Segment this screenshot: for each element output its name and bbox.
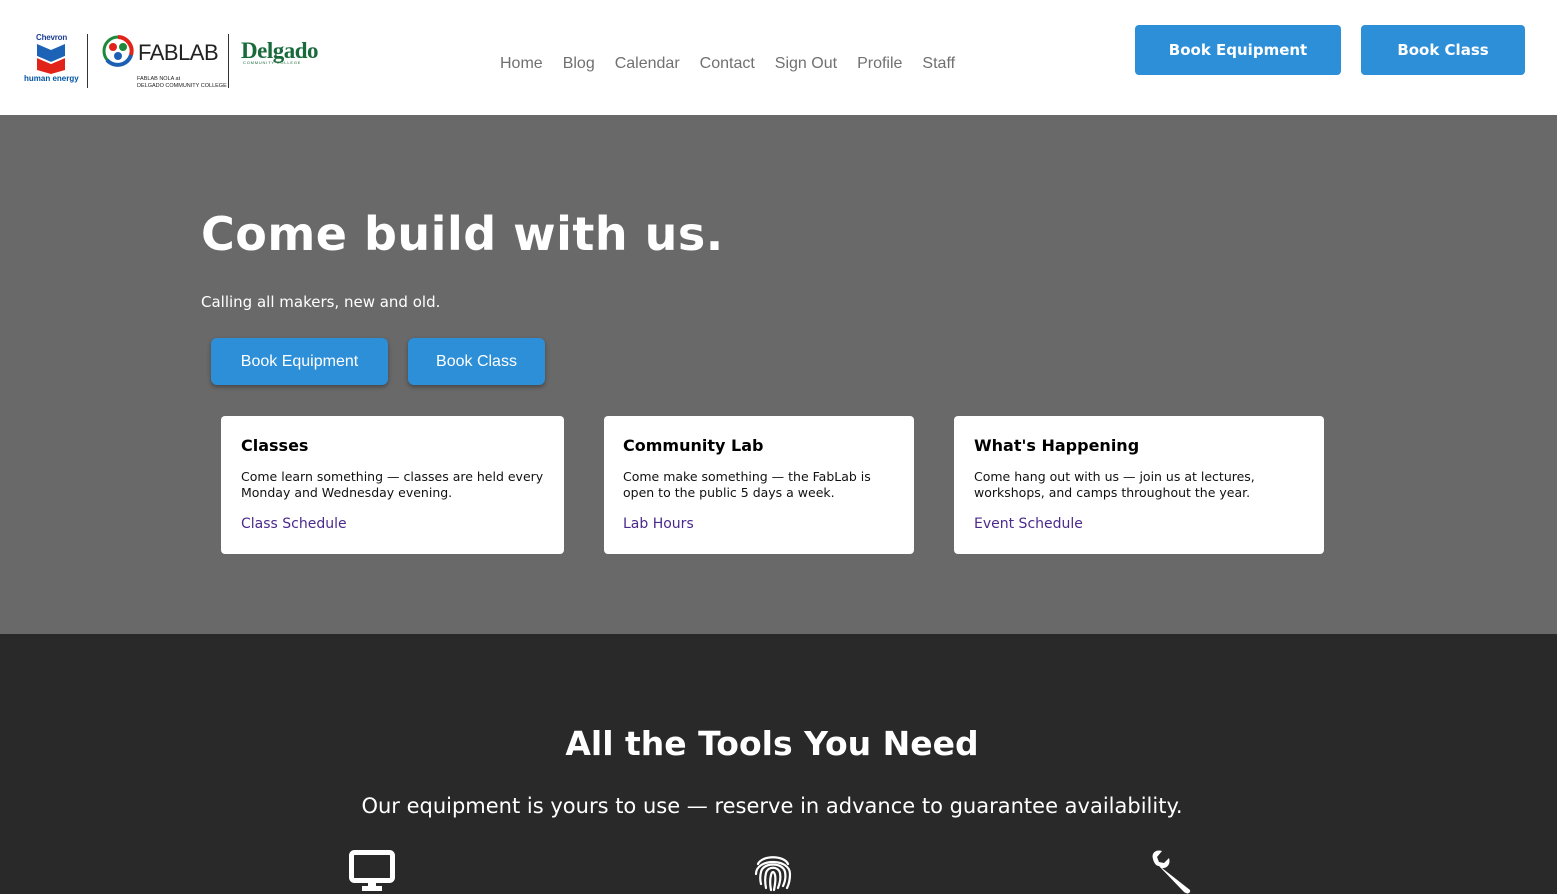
- header-book-equipment-button[interactable]: Book Equipment: [1135, 25, 1341, 75]
- fablab-subtitle: FABLAB NOLA at DELGADO COMMUNITY COLLEGE: [137, 76, 227, 90]
- nav-profile[interactable]: Profile: [857, 55, 902, 73]
- hero-book-equipment-button[interactable]: Book Equipment: [211, 338, 388, 385]
- whats-happening-card: What's Happening Come hang out with us —…: [954, 416, 1324, 554]
- tools-subtitle: Our equipment is yours to use — reserve …: [361, 794, 1183, 818]
- chevron-tagline: human energy: [24, 74, 79, 83]
- card-text: Come hang out with us — join us at lectu…: [974, 469, 1255, 500]
- card-title: Classes: [241, 436, 309, 455]
- wrench-icon: [1152, 850, 1191, 894]
- fingerprint-icon: [754, 856, 792, 892]
- card-title: What's Happening: [974, 436, 1140, 455]
- delgado-subtitle: COMMUNITY COLLEGE: [243, 60, 302, 65]
- event-schedule-link[interactable]: Event Schedule: [974, 516, 1304, 532]
- main-nav: Home Blog Calendar Contact Sign Out Prof…: [500, 55, 955, 73]
- nav-blog[interactable]: Blog: [563, 55, 595, 73]
- delgado-logo[interactable]: Delgado COMMUNITY COLLEGE: [241, 38, 319, 65]
- fablab-emblem-icon: [102, 35, 134, 67]
- hero-subtitle: Calling all makers, new and old.: [201, 293, 441, 311]
- site-header: Chevron human energy FABLAB FABLAB NOLA …: [0, 0, 1557, 115]
- hero-title: Come build with us.: [201, 207, 724, 261]
- monitor-icon: [349, 850, 395, 891]
- header-book-class-button[interactable]: Book Class: [1361, 25, 1525, 75]
- chevron-logo[interactable]: Chevron human energy: [24, 33, 84, 85]
- nav-staff[interactable]: Staff: [922, 55, 955, 73]
- logo-divider: [228, 34, 229, 88]
- nav-home[interactable]: Home: [500, 55, 543, 73]
- fablab-subtitle-line2: DELGADO COMMUNITY COLLEGE: [137, 83, 227, 89]
- card-text: Come make something — the FabLab is open…: [623, 469, 871, 500]
- community-lab-card: Community Lab Come make something — the …: [604, 416, 914, 554]
- tools-title: All the Tools You Need: [565, 724, 979, 763]
- tools-section: All the Tools You Need Our equipment is …: [0, 634, 1557, 894]
- classes-card: Classes Come learn something — classes a…: [221, 416, 564, 554]
- chevron-logo-wordmark: Chevron: [36, 33, 68, 42]
- logo-divider: [87, 34, 88, 88]
- nav-calendar[interactable]: Calendar: [615, 55, 680, 73]
- hero-section: Come build with us. Calling all makers, …: [0, 115, 1557, 634]
- hero-book-class-button[interactable]: Book Class: [408, 338, 545, 385]
- chevron-emblem-icon: [37, 44, 65, 74]
- card-text: Come learn something — classes are held …: [241, 469, 544, 500]
- fablab-subtitle-line1: FABLAB NOLA at: [137, 76, 181, 82]
- nav-sign-out[interactable]: Sign Out: [775, 55, 837, 73]
- nav-contact[interactable]: Contact: [700, 55, 755, 73]
- class-schedule-link[interactable]: Class Schedule: [241, 516, 544, 532]
- lab-hours-link[interactable]: Lab Hours: [623, 516, 894, 532]
- fablab-logo[interactable]: FABLAB FABLAB NOLA at DELGADO COMMUNITY …: [100, 34, 230, 92]
- card-title: Community Lab: [623, 436, 764, 455]
- fablab-wordmark: FABLAB: [138, 40, 219, 65]
